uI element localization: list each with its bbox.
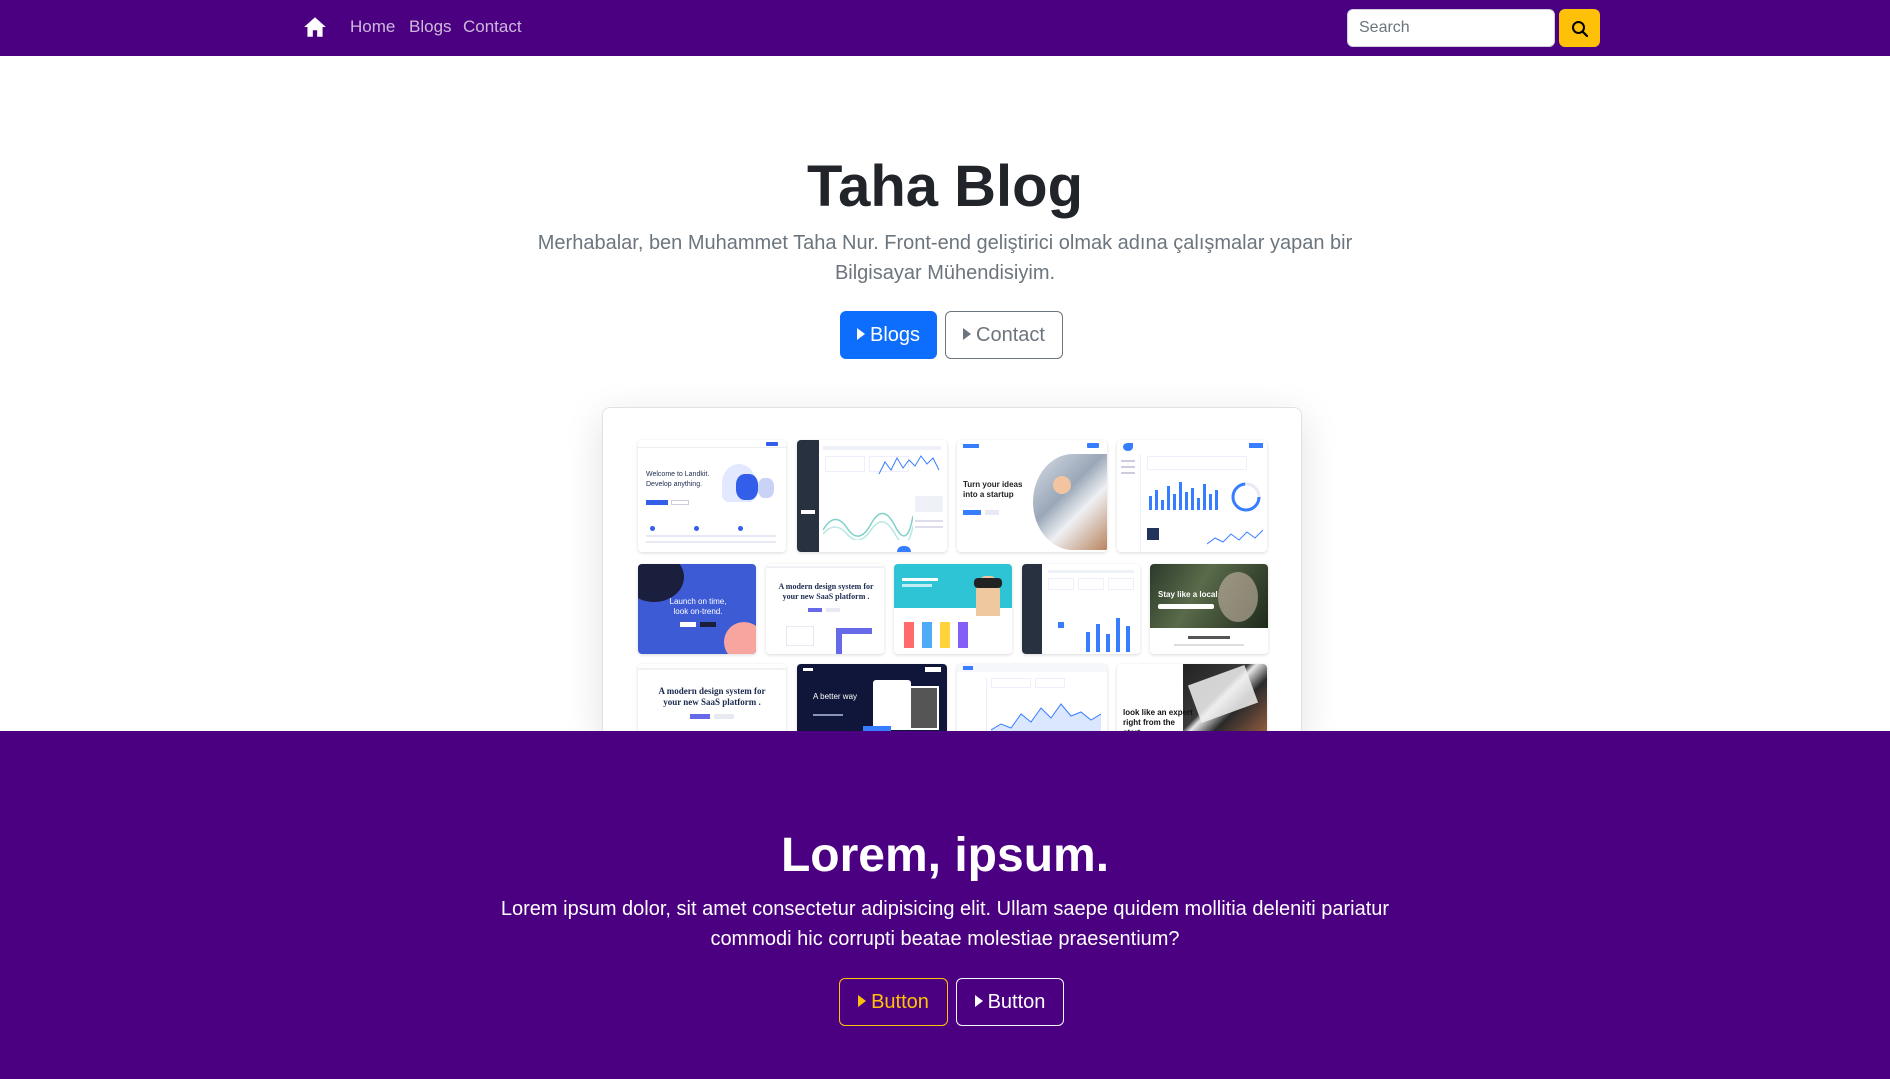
hero-title: Taha Blog bbox=[806, 154, 1084, 219]
preview-thumb-text: Stay like a local bbox=[1158, 590, 1218, 599]
preview-thumb-launch: Launch on time, look on-trend. bbox=[638, 564, 756, 654]
preview-thumb-analytics-2 bbox=[957, 664, 1107, 737]
section-button-primary[interactable]: Button bbox=[839, 978, 948, 1026]
preview-thumb-text: Welcome to Landkit. Develop anything. bbox=[646, 471, 710, 488]
nav-link-home[interactable]: Home bbox=[350, 17, 395, 37]
preview-thumb-dark-app: A better way bbox=[797, 664, 947, 737]
search-button[interactable] bbox=[1559, 9, 1600, 47]
contact-button[interactable]: Contact bbox=[945, 311, 1063, 359]
search-icon bbox=[1572, 21, 1589, 38]
hero-description: Merhabalar, ben Muhammet Taha Nur. Front… bbox=[537, 232, 1353, 284]
navbar-container: Home Blogs Contact bbox=[302, 0, 1600, 56]
preview-thumb-saas-2: A modern design system for your new SaaS… bbox=[638, 664, 786, 737]
preview-thumb-saas-1: A modern design system for your new SaaS… bbox=[766, 564, 884, 654]
section-title: Lorem, ipsum. bbox=[780, 829, 1110, 882]
caret-right-icon bbox=[974, 995, 983, 1007]
hero-preview-image: Welcome to Landkit. Develop anything. Tu… bbox=[602, 407, 1302, 737]
blogs-button[interactable]: Blogs bbox=[840, 311, 937, 359]
preview-thumb-travel: Stay like a local bbox=[1150, 564, 1268, 654]
nav-link-blogs[interactable]: Blogs bbox=[409, 17, 452, 37]
preview-thumb-text: A better way bbox=[813, 692, 858, 701]
preview-thumb-dashboard-2 bbox=[1022, 564, 1140, 654]
preview-thumb-front: Turn your ideas into a startup bbox=[957, 440, 1107, 552]
section-button-primary-label: Button bbox=[871, 991, 929, 1013]
section-button-secondary[interactable]: Button bbox=[956, 978, 1064, 1026]
navbar: Home Blogs Contact bbox=[0, 0, 1890, 56]
preview-thumb-dashboard-dark bbox=[797, 440, 947, 552]
caret-right-icon bbox=[963, 328, 972, 340]
preview-thumb-text: A modern design system for your new SaaS… bbox=[778, 582, 874, 601]
preview-thumb-text: A modern design system for your new SaaS… bbox=[658, 686, 766, 707]
section-description: Lorem ipsum dolor, sit amet consectetur … bbox=[500, 898, 1390, 950]
preview-thumb-expert: look like an expert right from the start bbox=[1117, 664, 1267, 737]
home-icon[interactable] bbox=[302, 14, 328, 40]
caret-right-icon bbox=[856, 328, 865, 340]
preview-thumb-shop bbox=[894, 564, 1012, 654]
nav-link-contact[interactable]: Contact bbox=[463, 17, 522, 37]
section-button-secondary-label: Button bbox=[987, 991, 1046, 1013]
preview-thumb-text: Turn your ideas into a startup bbox=[963, 480, 1023, 499]
preview-thumb-analytics bbox=[1117, 440, 1267, 552]
search-input[interactable] bbox=[1347, 9, 1555, 47]
contact-button-label: Contact bbox=[976, 324, 1045, 346]
preview-thumb-text: Launch on time, look on-trend. bbox=[669, 597, 727, 616]
preview-thumb-landkit: Welcome to Landkit. Develop anything. bbox=[638, 440, 786, 552]
blogs-button-label: Blogs bbox=[869, 324, 921, 346]
caret-right-icon bbox=[858, 995, 867, 1007]
